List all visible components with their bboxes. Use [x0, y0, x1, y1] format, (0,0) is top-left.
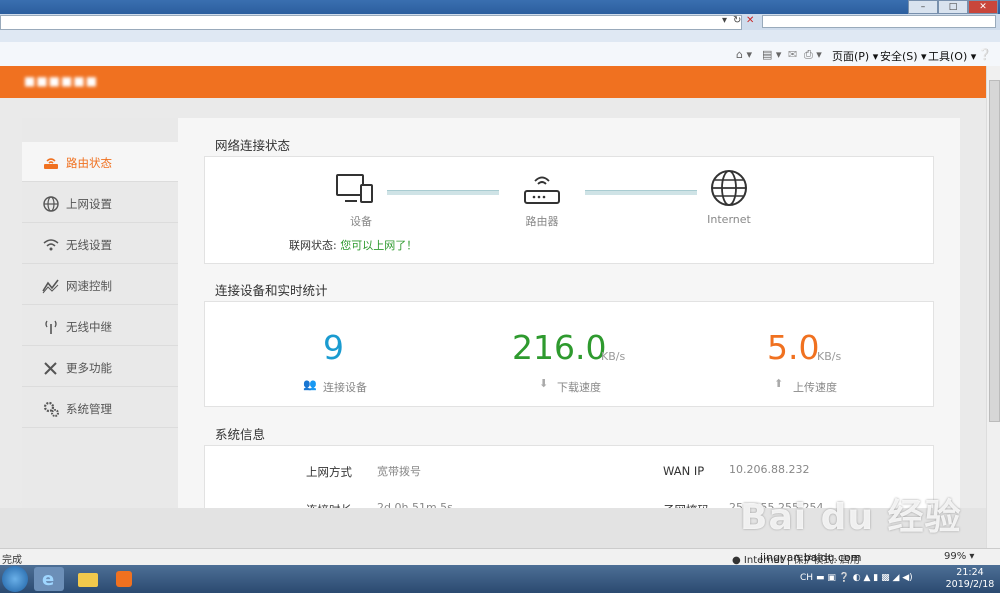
- mail-icon[interactable]: ✉: [788, 48, 797, 61]
- sidebar: 路由状态 上网设置 无线设置 网速控制 无线中继 更多功能 系统管理: [22, 118, 178, 548]
- info-label-wan-ip: WAN IP: [663, 464, 705, 478]
- connection-line: [585, 190, 697, 195]
- sidebar-item-internet-settings[interactable]: 上网设置: [22, 183, 178, 223]
- globe-icon: [43, 196, 59, 212]
- media-taskbar-icon[interactable]: [108, 567, 138, 591]
- scrollbar-thumb[interactable]: [989, 80, 1000, 422]
- tools-menu[interactable]: 工具(O) ▾: [928, 48, 976, 64]
- brand-logo: ■■■■■■: [24, 74, 99, 88]
- clock-date: 2019/2/18: [945, 579, 995, 590]
- users-icon: 👥: [303, 378, 317, 391]
- search-input[interactable]: [762, 15, 996, 28]
- sidebar-item-speed-control[interactable]: 网速控制: [22, 265, 178, 305]
- vertical-scrollbar[interactable]: [986, 66, 1000, 548]
- trend-icon: [42, 279, 59, 294]
- router-device-icon: [524, 176, 560, 204]
- antenna-icon: [45, 320, 57, 334]
- stop-icon[interactable]: ✕: [746, 15, 754, 26]
- clock-time: 21:24: [956, 567, 984, 578]
- dropdown-icon[interactable]: ▾: [722, 15, 727, 26]
- device-label: 设备: [350, 215, 372, 228]
- safety-menu[interactable]: 安全(S) ▾: [880, 48, 927, 64]
- stats-title: 连接设备和实时统计: [215, 283, 328, 298]
- sidebar-item-label: 无线中继: [66, 320, 112, 334]
- upload-speed-unit: KB/s: [817, 350, 842, 363]
- address-row: ▾ ↻ ✕: [0, 14, 1000, 30]
- download-icon: ⬇: [539, 377, 549, 390]
- sidebar-item-label: 网速控制: [66, 279, 112, 293]
- connected-devices-label: 连接设备: [323, 381, 367, 394]
- explorer-taskbar-icon[interactable]: [72, 567, 102, 591]
- ie-icon: e: [42, 569, 55, 590]
- system-clock[interactable]: 21:24 2019/2/18: [942, 567, 998, 591]
- sidebar-item-more-features[interactable]: 更多功能: [22, 347, 178, 387]
- folder-icon: [78, 573, 98, 587]
- command-bar: ⌂ ▾ ▤ ▾ ✉ ⎙ ▾ 页面(P) ▾ 安全(S) ▾ 工具(O) ▾ ❔: [0, 42, 1000, 104]
- taskbar: e CH ▬ ▣ ❔ ◐ ▲ ▮ ▩ ◢ ◀) 21:24 2019/2/18: [0, 565, 1000, 593]
- header-bar: ■■■■■■: [0, 66, 986, 98]
- sidebar-item-label: 上网设置: [66, 197, 112, 211]
- ie-taskbar-icon[interactable]: e: [34, 567, 64, 591]
- tools-icon: [44, 362, 57, 375]
- stats-card: 9 👥 连接设备 216.0 KB/s ⬇ 下载速度 5.0 KB/s ⬆ 上传…: [204, 301, 934, 407]
- sidebar-item-wireless-settings[interactable]: 无线设置: [22, 224, 178, 264]
- minimize-button[interactable]: –: [908, 0, 938, 14]
- watermark-url: jingyan.baidu.com: [760, 551, 862, 564]
- sidebar-item-wireless-repeater[interactable]: 无线中继: [22, 306, 178, 346]
- connection-line: [387, 190, 499, 195]
- router-label: 路由器: [525, 215, 559, 228]
- zoom-level[interactable]: 99% ▾: [944, 551, 974, 562]
- media-player-icon: [116, 571, 132, 587]
- info-value-wan-ip: 10.206.88.232: [729, 463, 810, 476]
- status-text: 完成: [2, 555, 22, 566]
- sidebar-item-router-status[interactable]: 路由状态: [22, 142, 178, 182]
- page-menu[interactable]: 页面(P) ▾: [832, 48, 878, 64]
- start-button[interactable]: [2, 566, 28, 592]
- connected-devices-count: 9: [323, 328, 344, 367]
- network-status-title: 网络连接状态: [215, 138, 291, 153]
- home-icon[interactable]: ⌂ ▾: [736, 48, 752, 61]
- status-value: 您可以上网了！: [340, 239, 418, 252]
- close-window-button[interactable]: ✕: [968, 0, 998, 14]
- sidebar-item-label: 无线设置: [66, 238, 112, 252]
- window-title-bar: – □ ✕: [0, 0, 1000, 14]
- info-value-connection-type: 宽带拨号: [377, 465, 421, 478]
- tray-icons[interactable]: ▬ ▣ ❔ ◐ ▲ ▮ ▩ ◢ ◀): [816, 573, 913, 583]
- favorites-bar: [0, 30, 1000, 42]
- download-speed-value: 216.0: [512, 328, 607, 367]
- download-speed-unit: KB/s: [601, 350, 626, 363]
- upload-speed-label: 上传速度: [793, 381, 837, 394]
- info-label-connection-type: 上网方式: [306, 465, 352, 479]
- wifi-icon: [43, 239, 59, 251]
- download-speed-label: 下载速度: [557, 381, 601, 394]
- watermark: Bai du 经验: [740, 497, 962, 538]
- print-icon[interactable]: ⎙ ▾: [804, 48, 822, 62]
- status-label: 联网状态:: [289, 239, 337, 252]
- sidebar-item-label: 系统管理: [66, 402, 112, 416]
- upload-speed-value: 5.0: [767, 328, 820, 367]
- router-admin-page: ■■■■■■ 路由状态 上网设置 无线设置 网速控制 无线中继 更多功能 系统管…: [0, 66, 986, 548]
- gears-icon: [43, 401, 59, 417]
- sidebar-item-label: 更多功能: [66, 361, 112, 375]
- maximize-button[interactable]: □: [938, 0, 968, 14]
- router-icon: [44, 158, 58, 169]
- content-panel: 路由状态 上网设置 无线设置 网速控制 无线中继 更多功能 系统管理 网络连接状…: [22, 118, 960, 548]
- sidebar-item-label: 路由状态: [66, 156, 112, 170]
- main-content: 网络连接状态 设备 路由器 Internet 联网状态: 您可以上网了！ 连接设…: [178, 118, 960, 548]
- network-status-card: 设备 路由器 Internet 联网状态: 您可以上网了！: [204, 156, 934, 264]
- globe-icon: [711, 170, 747, 206]
- help-icon[interactable]: ❔: [978, 48, 992, 61]
- upload-icon: ⬆: [774, 377, 784, 390]
- address-bar[interactable]: [0, 15, 742, 30]
- system-info-title: 系统信息: [215, 427, 266, 442]
- language-indicator[interactable]: CH: [800, 573, 813, 583]
- internet-label: Internet: [707, 213, 751, 226]
- feeds-icon[interactable]: ▤ ▾: [762, 48, 781, 61]
- computer-icon: [336, 174, 373, 203]
- sidebar-item-system-management[interactable]: 系统管理: [22, 388, 178, 428]
- refresh-icon[interactable]: ↻: [733, 15, 741, 26]
- connection-status: 联网状态: 您可以上网了！: [289, 237, 417, 253]
